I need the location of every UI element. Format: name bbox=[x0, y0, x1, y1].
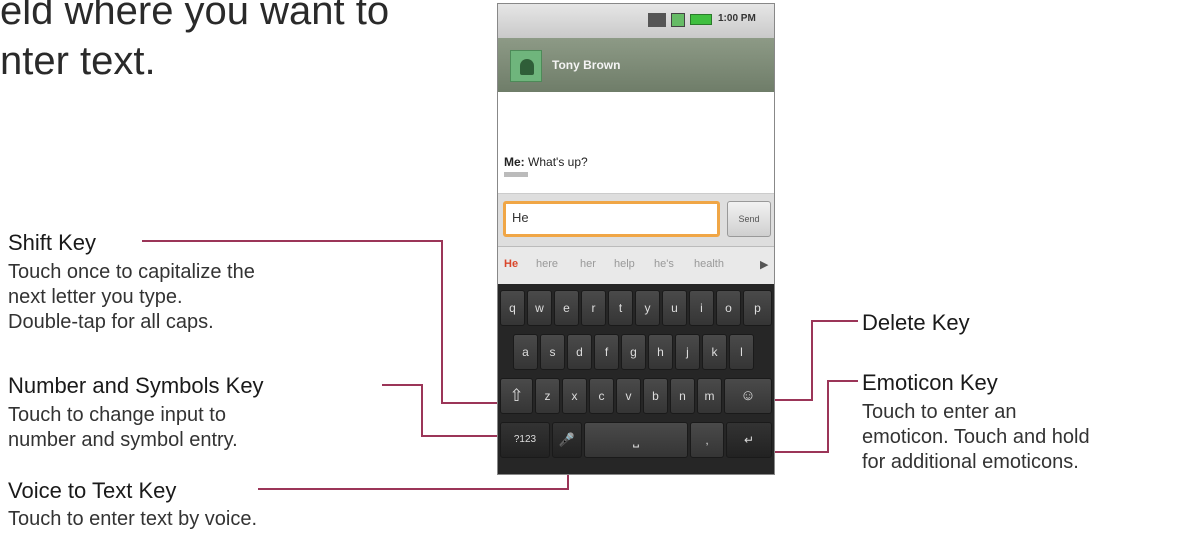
status-time: 1:00 PM bbox=[718, 13, 756, 24]
space-key[interactable]: ⎵ bbox=[584, 422, 688, 458]
enter-key[interactable]: ↵ bbox=[726, 422, 772, 458]
key-b[interactable]: b bbox=[643, 378, 668, 414]
key-k[interactable]: k bbox=[702, 334, 727, 370]
delete-leader bbox=[770, 320, 858, 401]
sd-card-icon bbox=[671, 13, 685, 27]
suggestion-item[interactable]: help bbox=[614, 258, 635, 270]
message-bubble: Me: What's up? bbox=[504, 155, 588, 169]
number-symbols-key[interactable]: ?123 bbox=[500, 422, 550, 458]
key-d[interactable]: d bbox=[567, 334, 592, 370]
suggestion-item[interactable]: health bbox=[694, 258, 724, 270]
contact-name: Tony Brown bbox=[552, 58, 621, 72]
phone-screen: 1:00 PM Tony Brown Me: What's up? He Sen… bbox=[497, 3, 775, 475]
key-a[interactable]: a bbox=[513, 334, 538, 370]
message-timestamp bbox=[504, 172, 528, 177]
number-symbols-leader bbox=[382, 384, 505, 437]
key-o[interactable]: o bbox=[716, 290, 741, 326]
key-t[interactable]: t bbox=[608, 290, 633, 326]
signal-icon bbox=[648, 13, 666, 27]
key-q[interactable]: q bbox=[500, 290, 525, 326]
key-i[interactable]: i bbox=[689, 290, 714, 326]
shift-leader bbox=[142, 240, 512, 404]
key-f[interactable]: f bbox=[594, 334, 619, 370]
key-x[interactable]: x bbox=[562, 378, 587, 414]
conversation-area: Me: What's up? bbox=[498, 92, 774, 194]
key-l[interactable]: l bbox=[729, 334, 754, 370]
battery-icon bbox=[690, 14, 712, 25]
key-e[interactable]: e bbox=[554, 290, 579, 326]
key-n[interactable]: n bbox=[670, 378, 695, 414]
key-c[interactable]: c bbox=[589, 378, 614, 414]
key-r[interactable]: r bbox=[581, 290, 606, 326]
key-z[interactable]: z bbox=[535, 378, 560, 414]
key-m[interactable]: m bbox=[697, 378, 722, 414]
key-p[interactable]: p bbox=[743, 290, 772, 326]
voice-to-text-key[interactable]: 🎤 bbox=[552, 422, 582, 458]
suggestion-item[interactable]: He bbox=[504, 258, 518, 270]
suggestion-bar: He here her help he's health ▶ bbox=[498, 246, 774, 284]
suggestion-item[interactable]: her bbox=[580, 258, 596, 270]
contact-header: Tony Brown bbox=[498, 38, 774, 92]
key-j[interactable]: j bbox=[675, 334, 700, 370]
shift-key[interactable]: ⇧ bbox=[500, 378, 533, 414]
emoticon-leader bbox=[770, 380, 858, 453]
key-h[interactable]: h bbox=[648, 334, 673, 370]
key-g[interactable]: g bbox=[621, 334, 646, 370]
status-bar: 1:00 PM bbox=[498, 4, 774, 38]
compose-bar: He Send bbox=[498, 194, 774, 246]
key-s[interactable]: s bbox=[540, 334, 565, 370]
key-u[interactable]: u bbox=[662, 290, 687, 326]
more-suggestions-icon[interactable]: ▶ bbox=[760, 258, 768, 271]
suggestion-item[interactable]: here bbox=[536, 258, 558, 270]
message-input[interactable]: He bbox=[503, 201, 720, 237]
key-w[interactable]: w bbox=[527, 290, 552, 326]
message-sender: Me: bbox=[504, 155, 525, 169]
contact-avatar[interactable] bbox=[510, 50, 542, 82]
comma-key[interactable]: , bbox=[690, 422, 724, 458]
key-y[interactable]: y bbox=[635, 290, 660, 326]
emoticon-delete-key[interactable]: ☺ bbox=[724, 378, 772, 414]
key-v[interactable]: v bbox=[616, 378, 641, 414]
person-icon bbox=[520, 59, 534, 75]
message-text: What's up? bbox=[528, 155, 588, 169]
suggestion-item[interactable]: he's bbox=[654, 258, 674, 270]
send-button[interactable]: Send bbox=[727, 201, 771, 237]
keyboard: q w e r t y u i o p a s d f g h j k l ⇧ … bbox=[498, 284, 774, 474]
